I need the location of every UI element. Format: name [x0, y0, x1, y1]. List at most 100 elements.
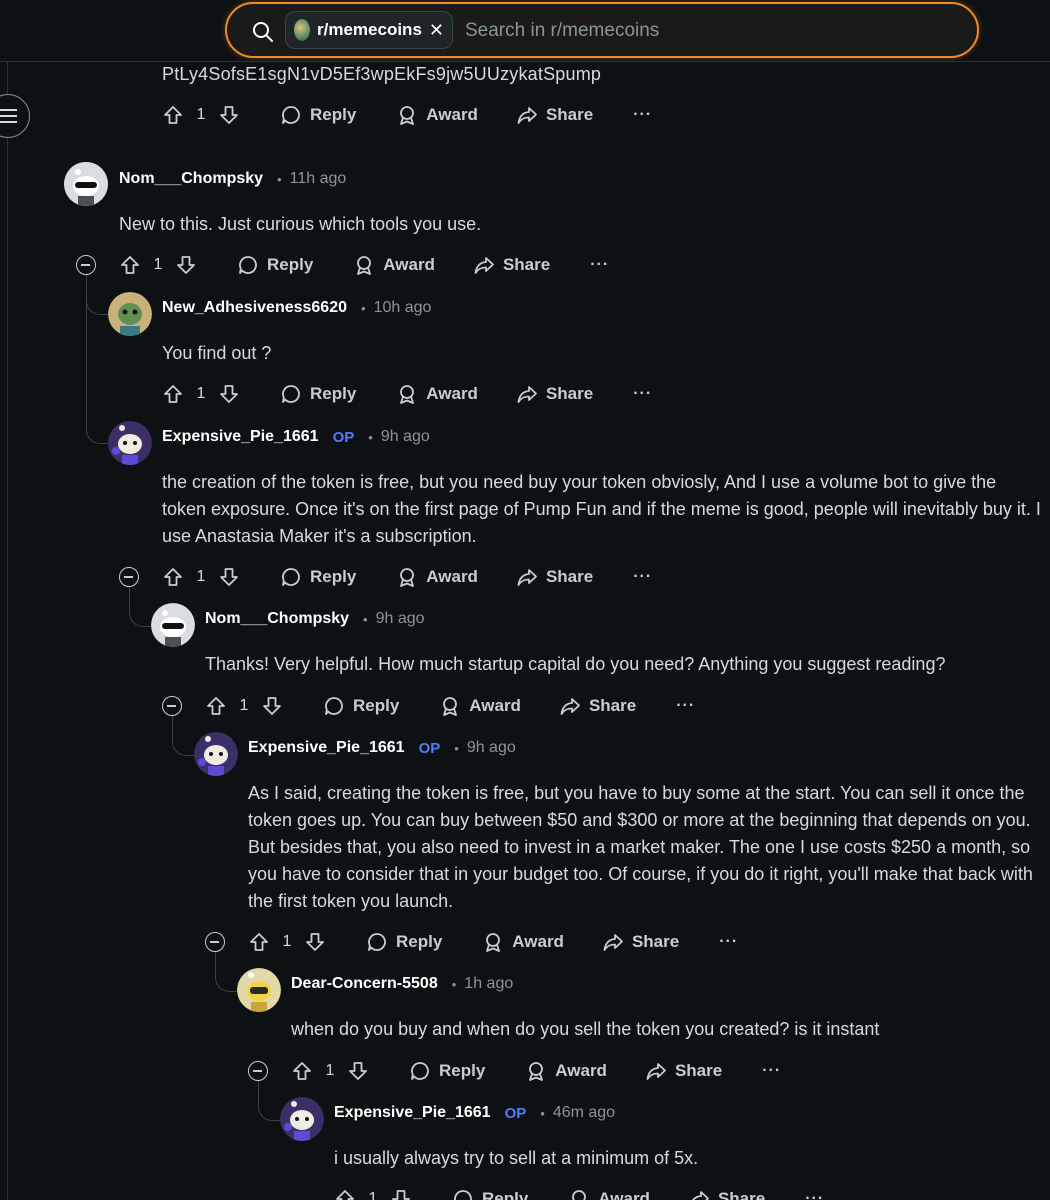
- more-options-icon[interactable]: ···: [676, 697, 695, 715]
- username[interactable]: Expensive_Pie_1661: [334, 1104, 491, 1122]
- avatar[interactable]: [151, 603, 195, 647]
- comment-header: Expensive_Pie_1661 OP • 46m ago: [334, 1104, 615, 1122]
- award-button[interactable]: Award: [525, 1060, 607, 1082]
- timestamp[interactable]: 10h ago: [374, 299, 432, 317]
- timestamp[interactable]: 1h ago: [464, 975, 513, 993]
- reply-button[interactable]: Reply: [237, 254, 313, 276]
- avatar[interactable]: [108, 292, 152, 336]
- reply-button[interactable]: Reply: [280, 104, 356, 126]
- timestamp[interactable]: 9h ago: [381, 428, 430, 446]
- share-label: Share: [545, 567, 594, 586]
- more-options-icon[interactable]: ···: [762, 1062, 781, 1080]
- username[interactable]: New_Adhesiveness6620: [162, 299, 347, 317]
- downvote-icon[interactable]: [218, 383, 240, 405]
- collapse-button[interactable]: [119, 567, 139, 587]
- search-bar[interactable]: r/memecoins ✕: [225, 2, 979, 58]
- collapse-button[interactable]: [76, 255, 96, 275]
- reply-button[interactable]: Reply: [366, 931, 442, 953]
- downvote-icon[interactable]: [390, 1188, 412, 1200]
- close-icon[interactable]: ✕: [429, 21, 444, 39]
- username[interactable]: Nom___Chompsky: [205, 610, 349, 628]
- username[interactable]: Dear-Concern-5508: [291, 975, 438, 993]
- username[interactable]: Expensive_Pie_1661: [248, 739, 405, 757]
- reply-button[interactable]: Reply: [280, 566, 356, 588]
- share-button[interactable]: Share: [516, 566, 593, 588]
- comment-header: New_Adhesiveness6620 • 10h ago: [162, 299, 431, 317]
- timestamp[interactable]: 9h ago: [467, 739, 516, 757]
- downvote-icon[interactable]: [218, 566, 240, 588]
- more-options-icon[interactable]: ···: [805, 1190, 824, 1200]
- upvote-icon[interactable]: [205, 695, 227, 717]
- timestamp[interactable]: 11h ago: [290, 170, 347, 188]
- reply-button[interactable]: Reply: [280, 383, 356, 405]
- reply-button[interactable]: Reply: [452, 1188, 528, 1200]
- avatar[interactable]: [64, 162, 108, 206]
- share-button[interactable]: Share: [516, 104, 593, 126]
- upvote-icon[interactable]: [334, 1188, 356, 1200]
- share-button[interactable]: Share: [688, 1188, 765, 1200]
- collapse-button[interactable]: [162, 696, 182, 716]
- more-options-icon[interactable]: ···: [633, 568, 652, 586]
- collapse-button[interactable]: [205, 932, 225, 952]
- reply-icon: [282, 568, 300, 586]
- more-options-icon[interactable]: ···: [633, 385, 652, 403]
- upvote-icon[interactable]: [248, 931, 270, 953]
- search-input[interactable]: [465, 16, 945, 46]
- comment-text-fragment: PtLy4SofsE1sgN1vD5Ef3wpEkFs9jw5UUzykatSp…: [162, 64, 602, 84]
- award-button[interactable]: Award: [439, 695, 521, 717]
- avatar[interactable]: [280, 1097, 324, 1141]
- avatar[interactable]: [194, 732, 238, 776]
- upvote-icon[interactable]: [162, 104, 184, 126]
- vote-controls: 1: [291, 1060, 369, 1082]
- more-options-icon[interactable]: ···: [719, 933, 738, 951]
- award-icon: [572, 1190, 587, 1200]
- share-button[interactable]: Share: [645, 1060, 722, 1082]
- timestamp[interactable]: 46m ago: [553, 1104, 615, 1122]
- subreddit-chip[interactable]: r/memecoins ✕: [285, 11, 453, 49]
- award-button[interactable]: Award: [353, 254, 435, 276]
- downvote-icon[interactable]: [175, 254, 197, 276]
- snoo-avatar-icon: [194, 732, 238, 776]
- collapse-button[interactable]: [248, 1061, 268, 1081]
- reply-label: Reply: [482, 1189, 529, 1200]
- username[interactable]: Nom___Chompsky: [119, 170, 263, 188]
- upvote-icon[interactable]: [162, 383, 184, 405]
- share-button[interactable]: Share: [602, 931, 679, 953]
- share-label: Share: [502, 255, 551, 274]
- upvote-icon[interactable]: [162, 566, 184, 588]
- reply-button[interactable]: Reply: [409, 1060, 485, 1082]
- award-button[interactable]: Award: [396, 383, 478, 405]
- snoo-avatar-icon: [64, 162, 108, 206]
- vote-controls: 1: [162, 104, 240, 126]
- award-button[interactable]: Award: [396, 104, 478, 126]
- snoo-avatar-icon: [108, 292, 152, 336]
- reply-button[interactable]: Reply: [323, 695, 399, 717]
- award-button[interactable]: Award: [568, 1188, 650, 1200]
- share-button[interactable]: Share: [516, 383, 593, 405]
- reply-icon: [454, 1190, 472, 1200]
- award-button[interactable]: Award: [396, 566, 478, 588]
- downvote-icon[interactable]: [218, 104, 240, 126]
- comment-actions: 1 Reply Award Share ···: [119, 250, 609, 280]
- share-button[interactable]: Share: [559, 695, 636, 717]
- search-icon[interactable]: [251, 20, 275, 44]
- upvote-icon[interactable]: [119, 254, 141, 276]
- timestamp[interactable]: 9h ago: [376, 610, 425, 628]
- award-icon: [529, 1062, 544, 1081]
- username[interactable]: Expensive_Pie_1661: [162, 428, 319, 446]
- award-button[interactable]: Award: [482, 931, 564, 953]
- vote-controls: 1: [248, 931, 326, 953]
- share-button[interactable]: Share: [473, 254, 550, 276]
- separator-dot: •: [451, 976, 457, 992]
- more-options-icon[interactable]: ···: [590, 256, 609, 274]
- downvote-icon[interactable]: [261, 695, 283, 717]
- downvote-icon[interactable]: [304, 931, 326, 953]
- separator-dot: •: [363, 611, 368, 627]
- share-label: Share: [545, 384, 594, 403]
- more-options-icon[interactable]: ···: [633, 106, 652, 124]
- downvote-icon[interactable]: [347, 1060, 369, 1082]
- avatar[interactable]: [108, 421, 152, 465]
- upvote-icon[interactable]: [291, 1060, 313, 1082]
- menu-button[interactable]: [0, 94, 30, 138]
- avatar[interactable]: [237, 968, 281, 1012]
